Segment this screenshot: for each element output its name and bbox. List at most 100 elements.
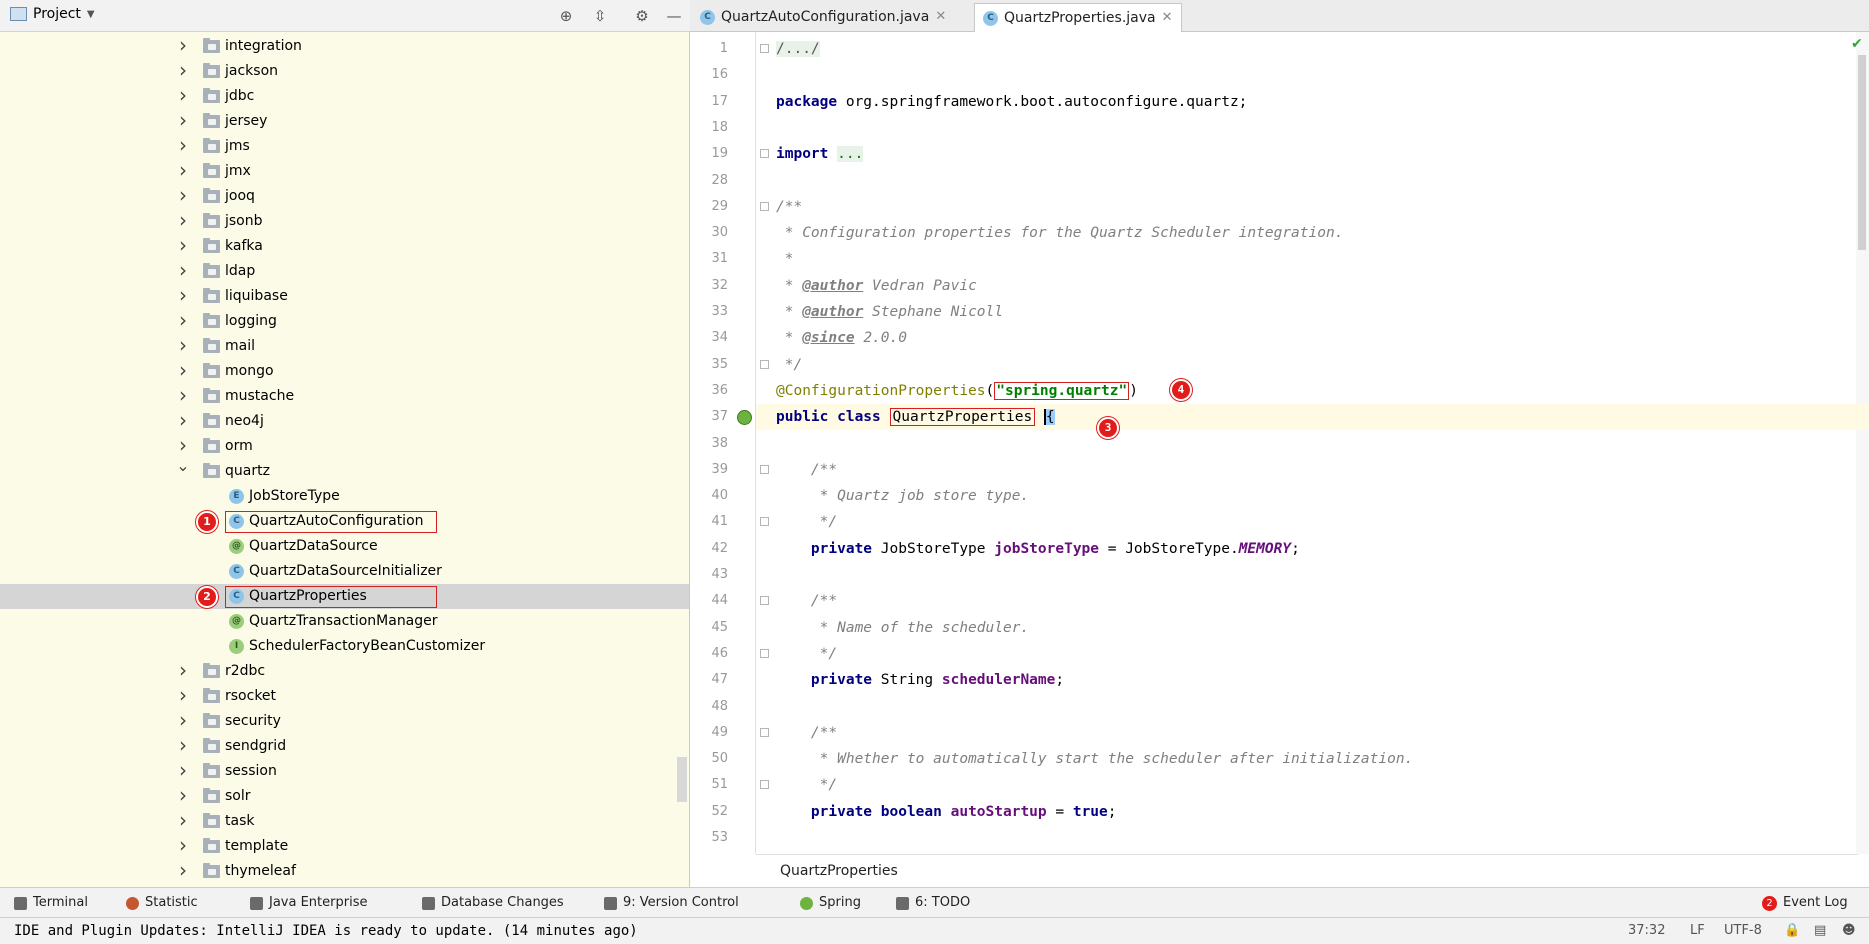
tree-folder-row[interactable]: › neo4j	[0, 408, 689, 434]
tree-folder-row[interactable]: › r2dbc	[0, 658, 689, 684]
editor-scrollbar-thumb[interactable]	[1858, 55, 1866, 250]
chevron-right-icon[interactable]: ›	[176, 233, 190, 258]
chevron-right-icon[interactable]: ›	[176, 833, 190, 858]
version-control-button[interactable]: 9: Version Control	[604, 888, 739, 918]
chevron-right-icon[interactable]: ›	[176, 208, 190, 233]
spring-bean-gutter-icon[interactable]	[737, 410, 752, 425]
fold-marker-icon[interactable]	[760, 649, 769, 658]
todo-button[interactable]: 6: TODO	[896, 888, 970, 918]
chevron-right-icon[interactable]: ›	[176, 283, 190, 308]
inspector-icon[interactable]: ☻	[1842, 918, 1856, 944]
terminal-button[interactable]: Terminal	[14, 888, 88, 918]
lock-icon[interactable]: 🔒	[1784, 918, 1800, 944]
chevron-right-icon[interactable]: ›	[176, 808, 190, 833]
chevron-right-icon[interactable]: ›	[176, 108, 190, 133]
chevron-right-icon[interactable]: ›	[176, 158, 190, 183]
tree-class-row[interactable]: C QuartzDataSourceInitializer	[0, 559, 689, 584]
tree-folder-row[interactable]: › orm	[0, 433, 689, 459]
tree-folder-row[interactable]: › logging	[0, 308, 689, 334]
collapse-all-icon[interactable]: ⇳	[590, 6, 610, 26]
chevron-right-icon[interactable]: ›	[176, 258, 190, 283]
tab-quartz-properties[interactable]: C QuartzProperties.java ✕	[974, 3, 1182, 32]
status-message[interactable]: IDE and Plugin Updates: IntelliJ IDEA is…	[14, 918, 638, 944]
fold-marker-icon[interactable]	[760, 728, 769, 737]
breadcrumb[interactable]: QuartzProperties	[756, 854, 1858, 887]
tree-folder-row[interactable]: › thymeleaf	[0, 858, 689, 884]
tree-folder-row[interactable]: › jackson	[0, 58, 689, 84]
memory-indicator-icon[interactable]: ▤	[1814, 918, 1826, 944]
tree-folder-row[interactable]: › liquibase	[0, 283, 689, 309]
fold-marker-icon[interactable]	[760, 149, 769, 158]
tree-folder-row[interactable]: › jsonb	[0, 208, 689, 234]
chevron-right-icon[interactable]: ›	[176, 183, 190, 208]
chevron-right-icon[interactable]: ›	[176, 658, 190, 683]
tree-folder-row[interactable]: › jersey	[0, 108, 689, 134]
caret-position[interactable]: 37:32	[1628, 918, 1665, 944]
database-changes-button[interactable]: Database Changes	[422, 888, 564, 918]
fold-marker-icon[interactable]	[760, 780, 769, 789]
gear-icon[interactable]: ⚙	[632, 6, 652, 26]
chevron-right-icon[interactable]: ›	[176, 783, 190, 808]
chevron-right-icon[interactable]: ›	[176, 683, 190, 708]
chevron-right-icon[interactable]: ›	[176, 83, 190, 108]
chevron-right-icon[interactable]: ›	[176, 133, 190, 158]
tree-class-row[interactable]: @ QuartzTransactionManager	[0, 609, 689, 634]
close-icon[interactable]: ✕	[935, 3, 946, 31]
fold-marker-icon[interactable]	[760, 202, 769, 211]
chevron-right-icon[interactable]: ›	[176, 708, 190, 733]
chevron-right-icon[interactable]: ›	[176, 358, 190, 383]
event-log-button[interactable]: 2 Event Log	[1762, 888, 1848, 918]
fold-marker-icon[interactable]	[760, 44, 769, 53]
tree-folder-row[interactable]: › sendgrid	[0, 733, 689, 759]
tree-folder-row[interactable]: › session	[0, 758, 689, 784]
chevron-right-icon[interactable]: ›	[176, 333, 190, 358]
fold-marker-icon[interactable]	[760, 517, 769, 526]
tree-class-row[interactable]: @ QuartzDataSource	[0, 534, 689, 559]
tab-quartz-auto-configuration[interactable]: C QuartzAutoConfiguration.java ✕	[692, 3, 954, 31]
tree-folder-row[interactable]: › mail	[0, 333, 689, 359]
locate-icon[interactable]: ⊕	[556, 6, 576, 26]
line-separator[interactable]: LF	[1690, 918, 1705, 944]
chevron-right-icon[interactable]: ›	[176, 383, 190, 408]
tree-folder-row[interactable]: › integration	[0, 33, 689, 59]
fold-marker-icon[interactable]	[760, 465, 769, 474]
project-view-selector[interactable]: Project ▼	[10, 6, 95, 22]
tree-folder-row[interactable]: › solr	[0, 783, 689, 809]
chevron-right-icon[interactable]: ›	[176, 408, 190, 433]
fold-marker-icon[interactable]	[760, 596, 769, 605]
tree-folder-row[interactable]: › jmx	[0, 158, 689, 184]
statistic-button[interactable]: Statistic	[126, 888, 198, 918]
file-encoding[interactable]: UTF-8	[1724, 918, 1762, 944]
tree-folder-row[interactable]: › task	[0, 808, 689, 834]
tree-class-row[interactable]: C QuartzProperties 2	[0, 584, 689, 609]
chevron-right-icon[interactable]: ›	[176, 58, 190, 83]
tree-scrollbar[interactable]	[677, 757, 687, 802]
tree-class-row[interactable]: C QuartzAutoConfiguration 1	[0, 509, 689, 534]
tree-folder-row[interactable]: › rsocket	[0, 683, 689, 709]
tree-folder-row[interactable]: › mustache	[0, 383, 689, 409]
hide-panel-icon[interactable]: —	[664, 6, 684, 26]
chevron-down-icon[interactable]: ⌄	[176, 453, 190, 478]
close-icon[interactable]: ✕	[1162, 4, 1173, 32]
tree-class-row[interactable]: E JobStoreType	[0, 484, 689, 509]
tree-folder-row[interactable]: › template	[0, 833, 689, 859]
chevron-right-icon[interactable]: ›	[176, 758, 190, 783]
tree-class-row[interactable]: I SchedulerFactoryBeanCustomizer	[0, 634, 689, 659]
tree-folder-row[interactable]: › kafka	[0, 233, 689, 259]
tree-folder-row[interactable]: › security	[0, 708, 689, 734]
tree-folder-row[interactable]: › jdbc	[0, 83, 689, 109]
folded-imports[interactable]: ...	[837, 146, 864, 162]
chevron-right-icon[interactable]: ›	[176, 308, 190, 333]
java-enterprise-button[interactable]: Java Enterprise	[250, 888, 367, 918]
tree-folder-row[interactable]: ⌄ quartz	[0, 456, 689, 484]
chevron-right-icon[interactable]: ›	[176, 858, 190, 883]
tree-folder-row[interactable]: › jooq	[0, 183, 689, 209]
fold-marker-icon[interactable]	[760, 360, 769, 369]
chevron-right-icon[interactable]: ›	[176, 733, 190, 758]
tree-folder-row[interactable]: › jms	[0, 133, 689, 159]
spring-button[interactable]: Spring	[800, 888, 861, 918]
tree-folder-row[interactable]: › mongo	[0, 358, 689, 384]
chevron-right-icon[interactable]: ›	[176, 33, 190, 58]
breadcrumb-class[interactable]: QuartzProperties	[780, 863, 898, 879]
tree-folder-row[interactable]: › ldap	[0, 258, 689, 284]
